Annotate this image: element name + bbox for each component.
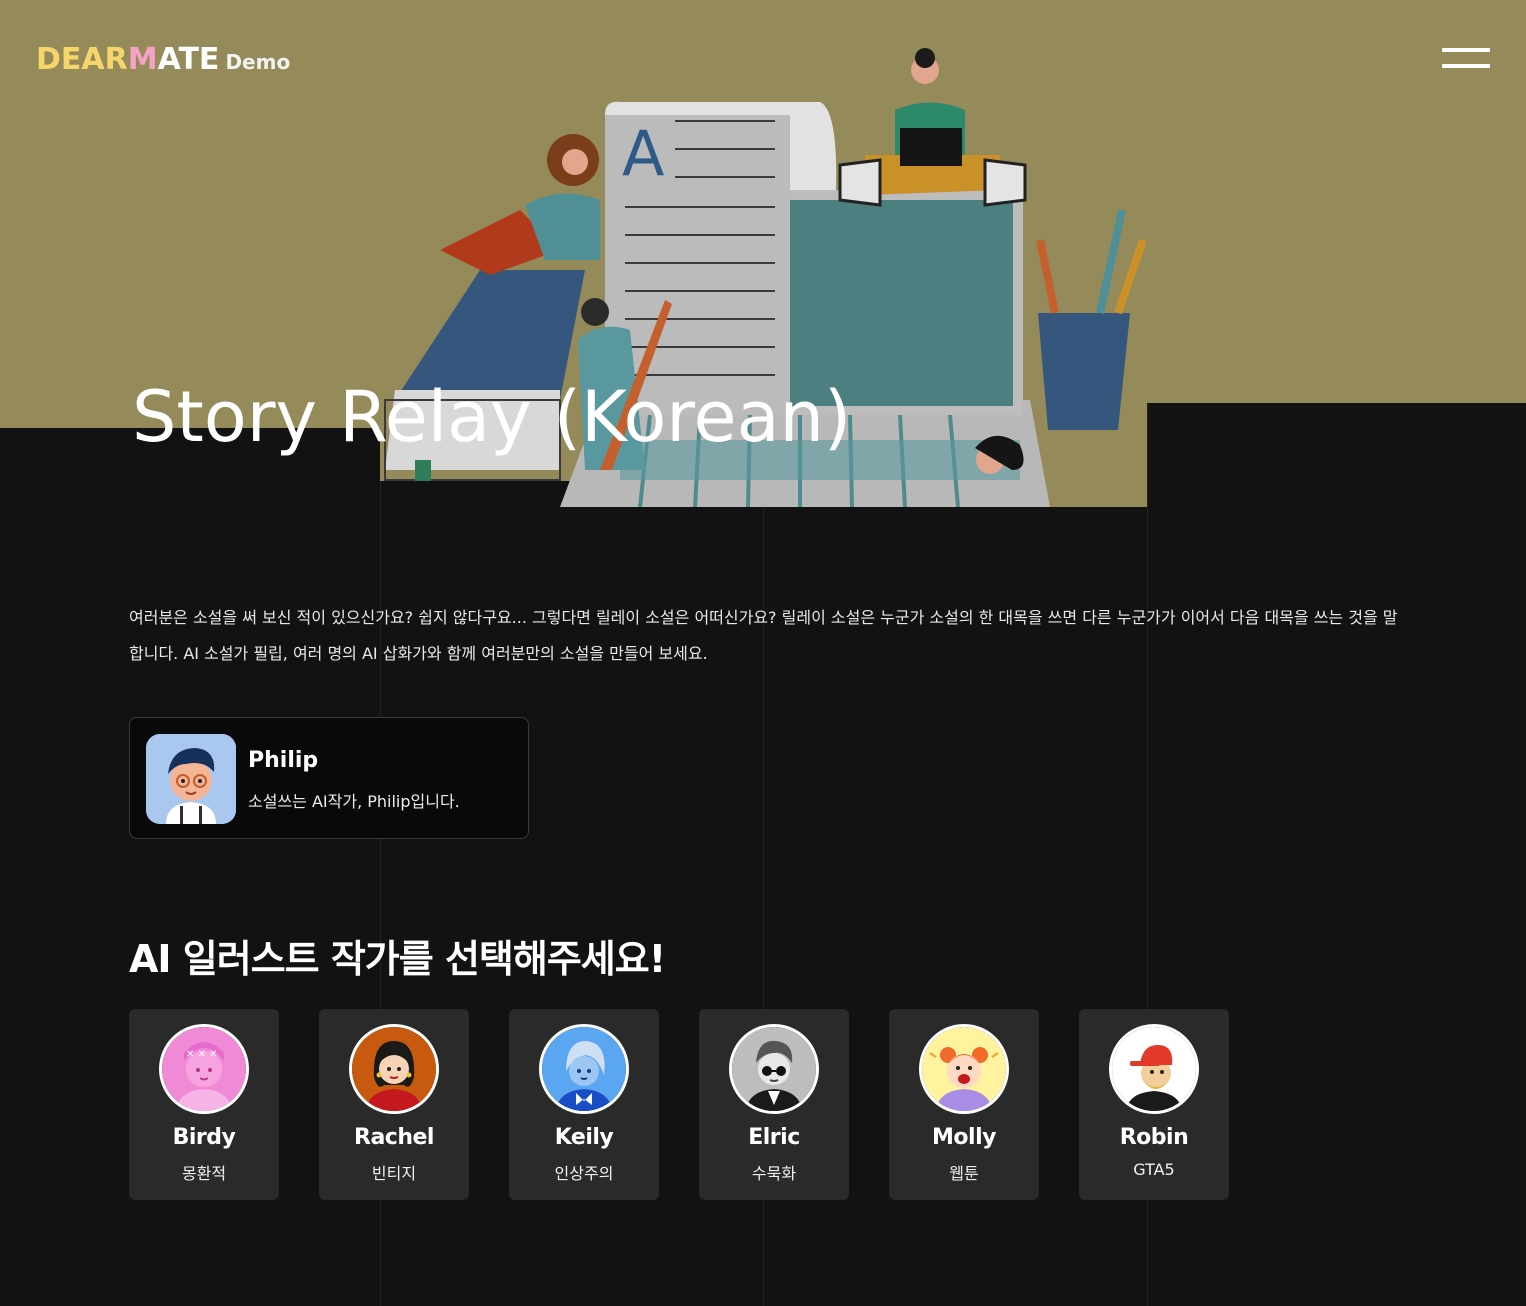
artist-style: 수묵화 (751, 1164, 797, 1183)
artist-card-elric[interactable]: Elric 수묵화 (699, 1009, 849, 1200)
artist-name: Elric (748, 1125, 800, 1150)
keily-avatar (539, 1024, 629, 1114)
artist-name: Robin (1119, 1125, 1189, 1150)
artist-style: 인상주의 (554, 1164, 614, 1183)
artist-card-rachel[interactable]: Rachel 빈티지 (319, 1009, 469, 1200)
artist-name: Rachel (354, 1125, 434, 1150)
rachel-avatar (349, 1024, 439, 1114)
svg-text:A: A (622, 117, 664, 190)
logo-wordmark: DEARMATE (36, 42, 220, 77)
artist-name: Birdy (172, 1125, 236, 1150)
dearmate-logo[interactable]: DEARMATE Demo (36, 42, 290, 76)
artist-name: Molly (932, 1125, 996, 1150)
hamburger-menu-icon[interactable] (1442, 48, 1490, 70)
author-name: Philip (248, 748, 319, 773)
birdy-avatar: ✕ ✕ ✕ (159, 1024, 249, 1114)
artist-style: 웹툰 (949, 1164, 979, 1183)
logo-demo-label: Demo (225, 50, 291, 74)
artist-card-keily[interactable]: Keily 인상주의 (509, 1009, 659, 1200)
artist-style: 몽환적 (181, 1164, 227, 1183)
molly-avatar (919, 1024, 1009, 1114)
artist-name: Keily (554, 1125, 614, 1150)
artist-card-molly[interactable]: Molly 웹툰 (889, 1009, 1039, 1200)
elric-avatar (729, 1024, 819, 1114)
hero-banner: A DEARMATE Demo Story Relay (Korean) (0, 0, 1526, 507)
robin-avatar (1109, 1024, 1199, 1114)
philip-avatar (146, 734, 236, 824)
artist-card-birdy[interactable]: ✕ ✕ ✕ Birdy 몽환적 (129, 1009, 279, 1200)
artist-style: 빈티지 (371, 1164, 417, 1183)
artist-section-title: AI 일러스트 작가를 선택해주세요! (129, 937, 666, 981)
author-card[interactable]: Philip 소설쓰는 AI작가, Philip입니다. (129, 717, 529, 839)
page-title: Story Relay (Korean) (132, 376, 852, 458)
intro-text: 여러분은 소설을 써 보신 적이 있으신가요? 쉽지 않다구요... 그렇다면 … (129, 608, 1398, 663)
author-description: 소설쓰는 AI작가, Philip입니다. (248, 792, 460, 811)
artist-list: ✕ ✕ ✕ Birdy 몽환적 Rachel 빈티지 Keily 인상주의 El… (129, 1009, 1229, 1200)
artist-style: GTA5 (1133, 1160, 1175, 1179)
artist-card-robin[interactable]: Robin GTA5 (1079, 1009, 1229, 1200)
svg-text:✕ ✕ ✕: ✕ ✕ ✕ (186, 1049, 218, 1060)
